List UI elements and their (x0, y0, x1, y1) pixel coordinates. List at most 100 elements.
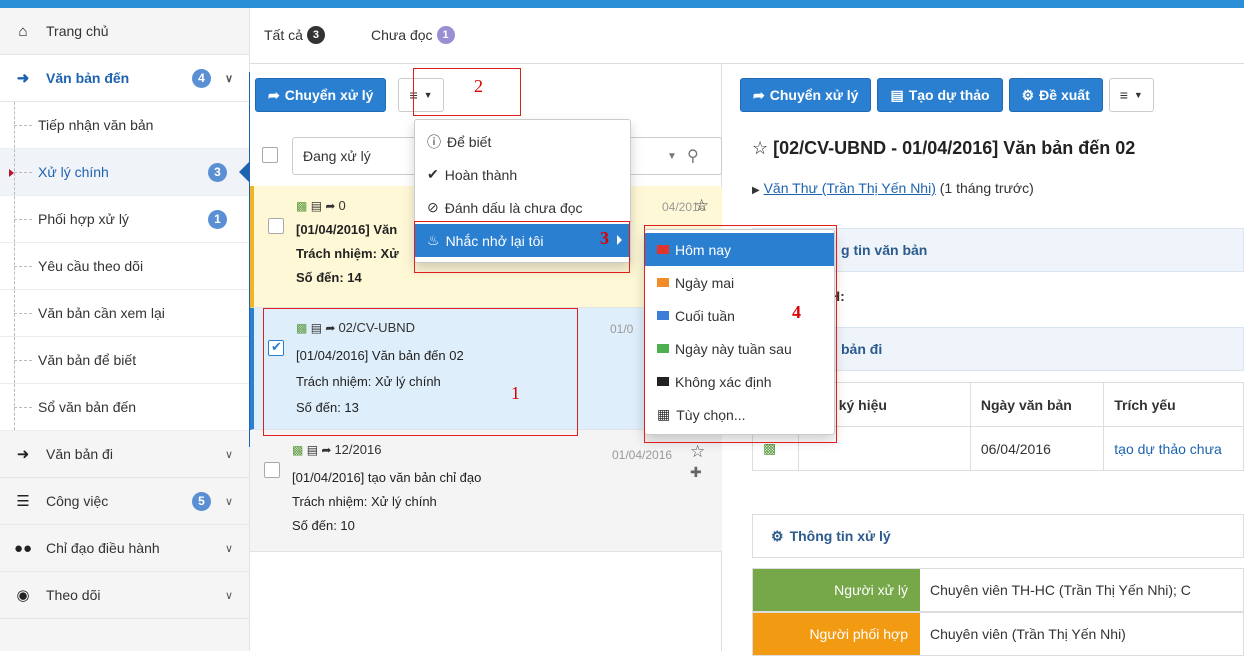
sidebar-item-label: Tiếp nhận văn bản (38, 117, 154, 133)
sidebar-item-label: Sổ văn bản đến (38, 399, 137, 415)
sidebar-item-label: Phối hợp xử lý (38, 211, 129, 227)
paperclip-icon: ✚ (690, 464, 702, 480)
sender-time: (1 tháng trước) (939, 180, 1034, 196)
count-badge: 3 (208, 162, 227, 182)
star-icon[interactable]: ☆ (694, 196, 709, 216)
status-select-value: Đang xử lý (303, 148, 371, 164)
forward-button-label: Chuyển xử lý (284, 87, 374, 103)
annotation-number: 1 (511, 383, 520, 403)
table-cell: 06/04/2016 (969, 426, 1105, 471)
table-header: Trích yếu (1103, 382, 1244, 427)
sidebar-item-tasks[interactable]: ☰ Công việc 5 ∨ (0, 478, 249, 525)
eye-icon: ◉ (16, 587, 30, 604)
annotation-box-1 (263, 308, 578, 436)
sidebar-item-receive[interactable]: Tiếp nhận văn bản (0, 102, 249, 149)
menu-item-label: Để biết (447, 133, 492, 150)
coordinator-row: Người phối hợp Chuyên viên (Trần Thị Yến… (752, 612, 1244, 656)
row-checkbox[interactable] (268, 218, 284, 234)
row-checkbox[interactable] (264, 462, 280, 478)
sidebar-item-review[interactable]: Văn bản cần xem lại (0, 290, 249, 337)
sidebar-item-main-processing[interactable]: Xử lý chính 3 (0, 149, 249, 196)
gear-icon: ⚙ (771, 527, 784, 544)
tab-all[interactable]: Tất cả 3 (264, 26, 325, 44)
document-sender: ▶ Văn Thư (Trần Thị Yến Nhi) (1 tháng tr… (752, 180, 1034, 196)
card-number: Số đến: 14 (296, 270, 362, 285)
card-date: 01/04/2016 (612, 448, 673, 462)
sidebar: ⌂ Trang chủ ➜ Văn bản đến 4 ∨ Tiếp nhận … (0, 8, 250, 651)
sidebar-item-label: Chỉ đạo điều hành (46, 540, 160, 556)
sidebar-item-label: Theo dõi (46, 587, 101, 603)
card-responsibility: Trách nhiệm: Xử (296, 246, 399, 261)
sidebar-item-home[interactable]: ⌂ Trang chủ (0, 8, 249, 55)
active-pointer-icon (239, 162, 249, 182)
chevron-down-icon: ∨ (224, 448, 233, 461)
propose-label: Đề xuất (1039, 87, 1090, 103)
detail-forward-label: Chuyển xử lý (769, 87, 859, 103)
file-icon: ▩ (296, 199, 308, 213)
sidebar-item-outgoing[interactable]: ➜ Văn bản đi ∨ (0, 431, 249, 478)
sidebar-item-label: Văn bản cần xem lại (38, 305, 165, 321)
sidebar-item-label: Văn bản để biết (38, 352, 137, 368)
card-title: [01/04/2016] tạo văn bản chỉ đạo (292, 470, 482, 485)
forward-count: 0 (338, 198, 346, 213)
chevron-down-icon: ∨ (224, 589, 233, 602)
forward-button[interactable]: ➦ Chuyển xử lý (255, 78, 387, 112)
processor-row: Người xử lý Chuyên viên TH-HC (Trần Thị … (752, 568, 1244, 612)
menu-item-mark-unread[interactable]: ⊘ Đánh dấu là chưa đọc (415, 191, 630, 224)
menu-item-complete[interactable]: ✔ Hoàn thành (415, 158, 630, 191)
propose-button[interactable]: ⚙ Đề xuất (1008, 78, 1103, 112)
caret-down-icon: ▼ (667, 151, 677, 162)
sidebar-item-fyi[interactable]: Văn bản để biết (0, 337, 249, 384)
process-info-title: Thông tin xử lý (789, 528, 891, 544)
chevron-down-icon: ∨ (224, 542, 233, 555)
tab-bar: Tất cả 3 Chưa đọc 1 (250, 8, 1244, 64)
create-draft-label: Tạo dự thảo (908, 87, 990, 103)
sidebar-item-label: Văn bản đến (46, 70, 130, 86)
detail-more-button[interactable]: ≡ ▼ (1108, 78, 1154, 112)
tab-label: Tất cả (264, 27, 303, 43)
users-icon: ●● (13, 539, 33, 557)
detail-toolbar: ➦ Chuyển xử lý ▤ Tạo dự thảo ⚙ Đề xuất ≡… (740, 78, 1154, 112)
tab-count-badge: 1 (436, 26, 455, 44)
file-icon: ▩ (292, 443, 304, 457)
process-info-header[interactable]: ⚙ Thông tin xử lý (752, 514, 1244, 558)
search-icon: ⚲ (687, 148, 699, 165)
select-all-checkbox[interactable] (262, 147, 278, 163)
current-marker-icon (9, 169, 14, 177)
menu-item-label: Đánh dấu là chưa đọc (444, 199, 583, 216)
count-badge: 1 (208, 209, 227, 229)
sidebar-item-label: Công việc (46, 493, 109, 509)
sidebar-item-follow-request[interactable]: Yêu cầu theo dõi (0, 243, 249, 290)
sidebar-item-follow[interactable]: ◉ Theo dõi ∨ (0, 572, 249, 619)
sidebar-item-incoming[interactable]: ➜ Văn bản đến 4 ∨ (0, 55, 249, 102)
star-icon[interactable]: ☆ (690, 442, 705, 462)
summary-link[interactable]: tạo dự thảo chưa (1103, 426, 1244, 471)
arrow-circle-icon: ➜ (16, 70, 30, 87)
sidebar-item-coordinate[interactable]: Phối hợp xử lý 1 (0, 196, 249, 243)
document-icon: ▤ (306, 443, 319, 457)
tab-unread[interactable]: Chưa đọc 1 (371, 26, 455, 44)
sender-link[interactable]: Văn Thư (Trần Thị Yến Nhi) (764, 180, 936, 196)
annotation-box-4 (644, 225, 837, 443)
coordinator-label: Người phối hợp (753, 613, 920, 655)
document-title-text: [02/CV-UBND - 01/04/2016] Văn bản đến 02 (773, 138, 1136, 158)
hamburger-icon: ≡ (1119, 87, 1128, 103)
menu-item-fyi[interactable]: ⓘ Để biết (415, 125, 630, 158)
coordinator-value: Chuyên viên (Trần Thị Yến Nhi) (930, 626, 1126, 642)
caret-right-icon[interactable]: ▶ (752, 185, 760, 196)
doc-type-icons: ▩ ▤ ➦ 12/2016 (292, 442, 381, 457)
detail-forward-button[interactable]: ➦ Chuyển xử lý (740, 78, 872, 112)
sidebar-item-register[interactable]: Sổ văn bản đến (0, 384, 249, 431)
chevron-down-icon: ∨ (224, 72, 233, 85)
table-header: Ngày văn bản (969, 382, 1105, 427)
star-icon[interactable]: ☆ (752, 138, 768, 158)
count-badge: 4 (192, 68, 211, 88)
annotation-number: 3 (600, 228, 609, 248)
forward-icon: ➦ (321, 443, 332, 457)
annotation-number: 2 (474, 76, 483, 96)
create-draft-button[interactable]: ▤ Tạo dự thảo (877, 78, 1003, 112)
home-icon: ⌂ (18, 22, 28, 40)
search-input[interactable]: ▼ ⚲ (627, 137, 722, 175)
list-item[interactable]: ▩ ▤ ➦ 12/2016 [01/04/2016] tạo văn bản ch… (250, 430, 722, 552)
sidebar-item-direction[interactable]: ●● Chỉ đạo điều hành ∨ (0, 525, 249, 572)
